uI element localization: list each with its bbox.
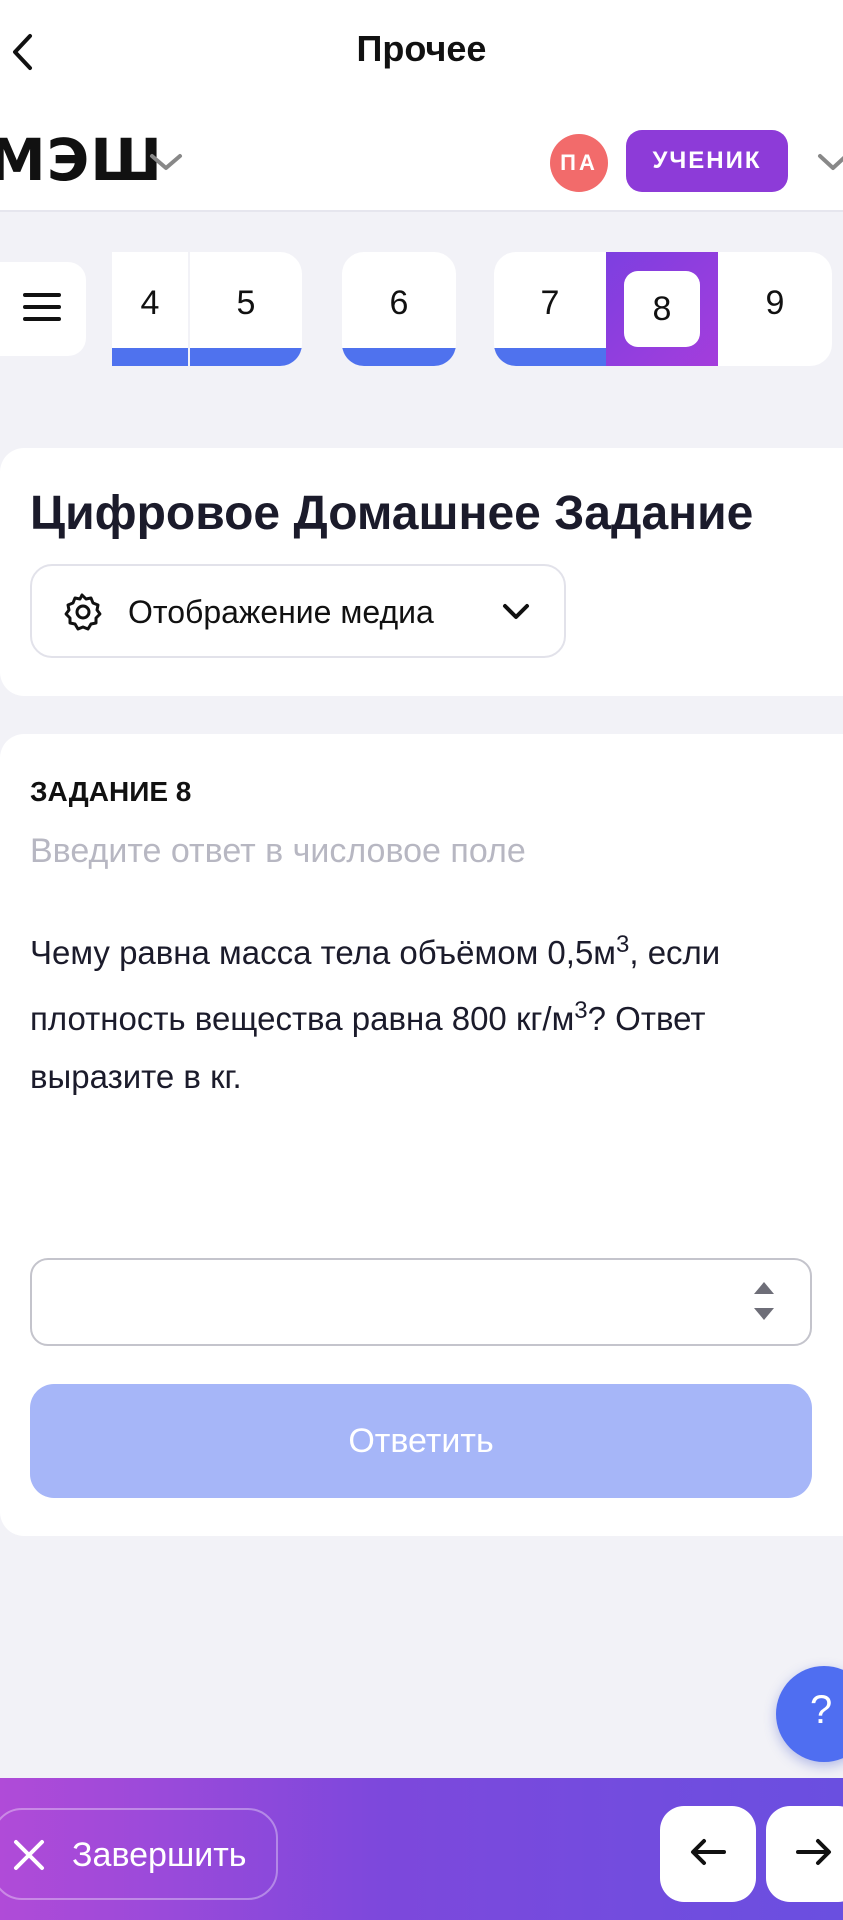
chevron-down-icon[interactable] [816,150,843,174]
tab-progress [190,348,302,366]
close-icon [12,1838,46,1872]
arrow-left-icon [690,1838,726,1871]
tab-label: 7 [540,283,560,322]
tab-5[interactable]: 5 [190,252,302,366]
bottom-bar: Завершить [0,1778,843,1920]
tab-label: 6 [389,283,409,322]
app-header: МЭШ ПА УЧЕНИК [0,106,843,212]
question-superscript: 3 [616,931,630,958]
tab-progress [112,348,188,366]
page-title: Цифровое Домашнее Задание [30,487,754,540]
top-bar: Прочее [0,0,843,106]
title-card: Цифровое Домашнее Задание Отображение ме… [0,448,843,696]
task-instruction: Введите ответ в числовое поле [30,832,526,870]
finish-button[interactable]: Завершить [0,1808,278,1900]
task-number: ЗАДАНИЕ 8 [30,776,192,807]
tab-8-active[interactable]: 8 [606,252,718,366]
tab-7[interactable]: 7 [494,252,606,366]
gear-icon [62,592,102,632]
task-question: Чему равна масса тела объёмом 0,5м3, есл… [30,916,800,1106]
tab-4[interactable]: 4 [112,252,188,366]
chevron-down-icon[interactable] [148,150,184,174]
tab-6[interactable]: 6 [342,252,456,366]
submit-answer-button[interactable]: Ответить [30,1384,812,1498]
tab-label: 5 [236,283,256,322]
app-logo[interactable]: МЭШ [0,126,163,194]
task-card: ЗАДАНИЕ 8 Введите ответ в числовое поле … [0,734,843,1536]
tab-label: 9 [765,283,785,322]
chevron-down-icon [502,602,530,622]
avatar[interactable]: ПА [550,134,608,192]
question-superscript: 3 [574,997,588,1024]
media-display-dropdown[interactable]: Отображение медиа [30,564,566,658]
finish-label: Завершить [72,1836,247,1874]
answer-number-input[interactable] [30,1258,812,1346]
menu-button[interactable] [0,262,86,356]
question-text: Чему равна масса тела объёмом 0,5м [30,934,616,971]
tab-progress [342,348,456,366]
tab-progress [494,348,606,366]
arrow-right-icon [796,1838,832,1871]
media-display-label: Отображение медиа [128,594,434,630]
hamburger-icon [23,292,61,327]
help-button[interactable]: ? [776,1666,843,1762]
next-task-button[interactable] [766,1806,843,1902]
screen-title: Прочее [356,28,487,69]
number-stepper-icon[interactable] [752,1278,776,1326]
previous-task-button[interactable] [660,1806,756,1902]
role-badge[interactable]: УЧЕНИК [626,130,788,192]
tab-label: 4 [140,283,160,322]
tab-9[interactable]: 9 [718,252,832,366]
tab-active-marker: 8 [624,271,700,347]
tab-label: 8 [652,289,672,328]
